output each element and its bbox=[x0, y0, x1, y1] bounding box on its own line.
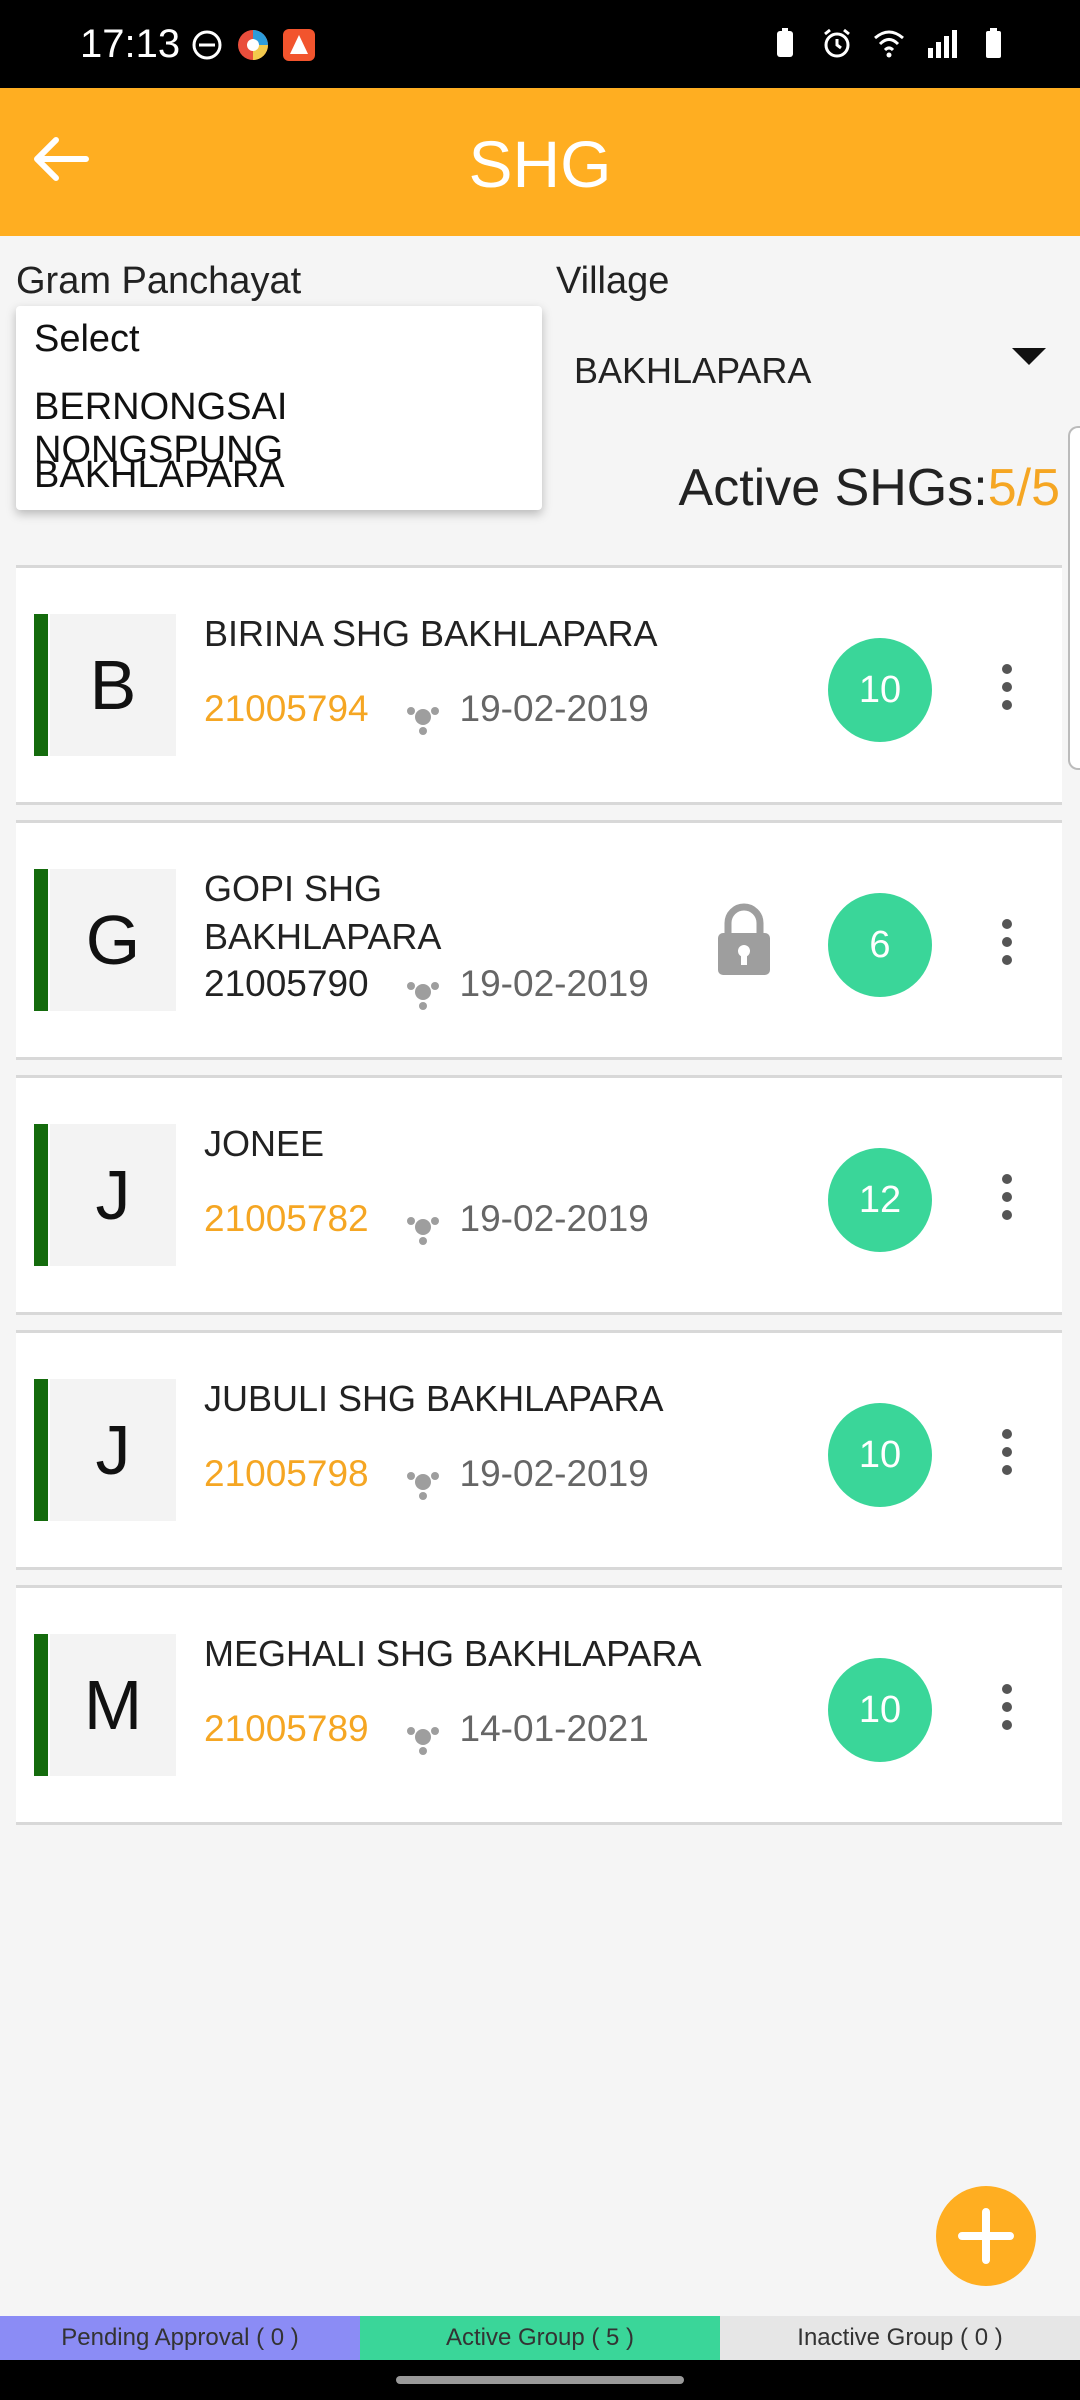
shg-card[interactable]: M MEGHALI SHG BAKHLAPARA 21005789 14-01-… bbox=[16, 1585, 1062, 1825]
dropdown-option-bakhlapara[interactable]: BAKHLAPARA bbox=[34, 454, 285, 497]
shg-meta: 21005798 19-02-2019 bbox=[204, 1453, 649, 1502]
battery-saver-icon bbox=[777, 28, 793, 57]
alert-app-icon bbox=[283, 29, 315, 61]
card-status-bar bbox=[34, 869, 48, 1011]
more-vert-icon[interactable] bbox=[1002, 1429, 1014, 1479]
shg-card[interactable]: J JUBULI SHG BAKHLAPARA 21005798 19-02-2… bbox=[16, 1330, 1062, 1570]
group-icon bbox=[407, 1726, 440, 1755]
shg-card[interactable]: J JONEE 21005782 19-02-2019 12 bbox=[16, 1075, 1062, 1315]
shg-meta: 21005794 19-02-2019 bbox=[204, 688, 649, 737]
page-title: SHG bbox=[468, 127, 612, 201]
shg-meta: 21005782 19-02-2019 bbox=[204, 1198, 649, 1247]
gram-panchayat-dropdown[interactable]: Select BERNONGSAI NONGSPUNG BAKHLAPARA bbox=[16, 306, 542, 510]
shg-code: 21005794 bbox=[204, 688, 369, 729]
more-vert-icon[interactable] bbox=[1002, 664, 1014, 714]
active-shgs-summary: Active SHGs:5/5 bbox=[679, 458, 1060, 518]
card-status-bar bbox=[34, 1379, 48, 1521]
shg-meta: 21005790 19-02-2019 bbox=[204, 963, 649, 1012]
village-label: Village bbox=[556, 260, 670, 302]
shg-name: MEGHALI SHG BAKHLAPARA bbox=[204, 1633, 702, 1674]
shg-name: BIRINA SHG BAKHLAPARA bbox=[204, 613, 658, 654]
shg-name: JUBULI SHG BAKHLAPARA bbox=[204, 1378, 664, 1419]
card-status-bar bbox=[34, 1634, 48, 1776]
gram-panchayat-label: Gram Panchayat bbox=[16, 260, 302, 302]
member-count-badge: 12 bbox=[828, 1148, 932, 1252]
avatar: J bbox=[50, 1124, 176, 1266]
status-bar: 17:13 bbox=[0, 0, 1080, 88]
group-icon bbox=[407, 706, 440, 735]
group-icon bbox=[407, 981, 440, 1010]
avatar: G bbox=[50, 869, 176, 1011]
more-vert-icon[interactable] bbox=[1002, 919, 1014, 969]
shg-date: 19-02-2019 bbox=[459, 1198, 649, 1239]
battery-icon bbox=[986, 28, 1001, 58]
more-vert-icon[interactable] bbox=[1002, 1174, 1014, 1224]
add-shg-button[interactable] bbox=[936, 2186, 1036, 2286]
shg-code: 21005790 bbox=[204, 963, 369, 1004]
shg-meta: 21005789 14-01-2021 bbox=[204, 1708, 649, 1757]
shg-card[interactable]: B BIRINA SHG BAKHLAPARA 21005794 19-02-2… bbox=[16, 565, 1062, 805]
active-shgs-label: Active SHGs: bbox=[678, 459, 988, 517]
shg-code: 21005798 bbox=[204, 1453, 369, 1494]
shg-date: 19-02-2019 bbox=[459, 963, 649, 1004]
home-gesture-handle[interactable] bbox=[396, 2376, 684, 2384]
member-count-badge: 10 bbox=[828, 1403, 932, 1507]
shg-date: 19-02-2019 bbox=[459, 688, 649, 729]
card-status-bar bbox=[34, 1124, 48, 1266]
bottom-tabs: Pending Approval ( 0 ) Active Group ( 5 … bbox=[0, 2316, 1080, 2360]
avatar: M bbox=[50, 1634, 176, 1776]
status-time: 17:13 bbox=[80, 22, 181, 66]
alarm-icon bbox=[824, 28, 850, 58]
browser-app-icon bbox=[238, 30, 268, 60]
app-bar: SHG bbox=[0, 88, 1080, 236]
shg-date: 19-02-2019 bbox=[459, 1453, 649, 1494]
shg-code: 21005789 bbox=[204, 1708, 369, 1749]
member-count-badge: 6 bbox=[828, 893, 932, 997]
active-shgs-count: 5/5 bbox=[987, 459, 1060, 517]
cell-signal-icon bbox=[928, 30, 957, 58]
card-status-bar bbox=[34, 614, 48, 756]
status-system-icons bbox=[768, 26, 1010, 60]
plus-icon bbox=[958, 2208, 1014, 2264]
shg-code: 21005782 bbox=[204, 1198, 369, 1239]
avatar: J bbox=[50, 1379, 176, 1521]
group-icon bbox=[407, 1471, 440, 1500]
shg-card[interactable]: G GOPI SHG BAKHLAPARA 21005790 19-02-201… bbox=[16, 820, 1062, 1060]
dropdown-option-select[interactable]: Select bbox=[34, 318, 140, 361]
lock-icon bbox=[718, 903, 770, 975]
village-select[interactable]: BAKHLAPARA bbox=[574, 350, 811, 392]
shg-name: JONEE bbox=[204, 1123, 325, 1164]
scroll-indicator[interactable] bbox=[1068, 426, 1080, 770]
group-icon bbox=[407, 1216, 440, 1245]
shg-date: 14-01-2021 bbox=[459, 1708, 649, 1749]
chevron-down-icon[interactable] bbox=[1012, 348, 1046, 365]
more-vert-icon[interactable] bbox=[1002, 1684, 1014, 1734]
tab-pending-approval[interactable]: Pending Approval ( 0 ) bbox=[0, 2316, 360, 2360]
tab-inactive-group[interactable]: Inactive Group ( 0 ) bbox=[720, 2316, 1080, 2360]
member-count-badge: 10 bbox=[828, 638, 932, 742]
status-notification-icons bbox=[190, 28, 316, 62]
tab-active-group[interactable]: Active Group ( 5 ) bbox=[360, 2316, 720, 2360]
avatar: B bbox=[50, 614, 176, 756]
shg-name: GOPI SHG BAKHLAPARA bbox=[204, 868, 442, 957]
member-count-badge: 10 bbox=[828, 1658, 932, 1762]
wifi-icon bbox=[874, 30, 904, 58]
do-not-disturb-icon bbox=[192, 30, 222, 60]
